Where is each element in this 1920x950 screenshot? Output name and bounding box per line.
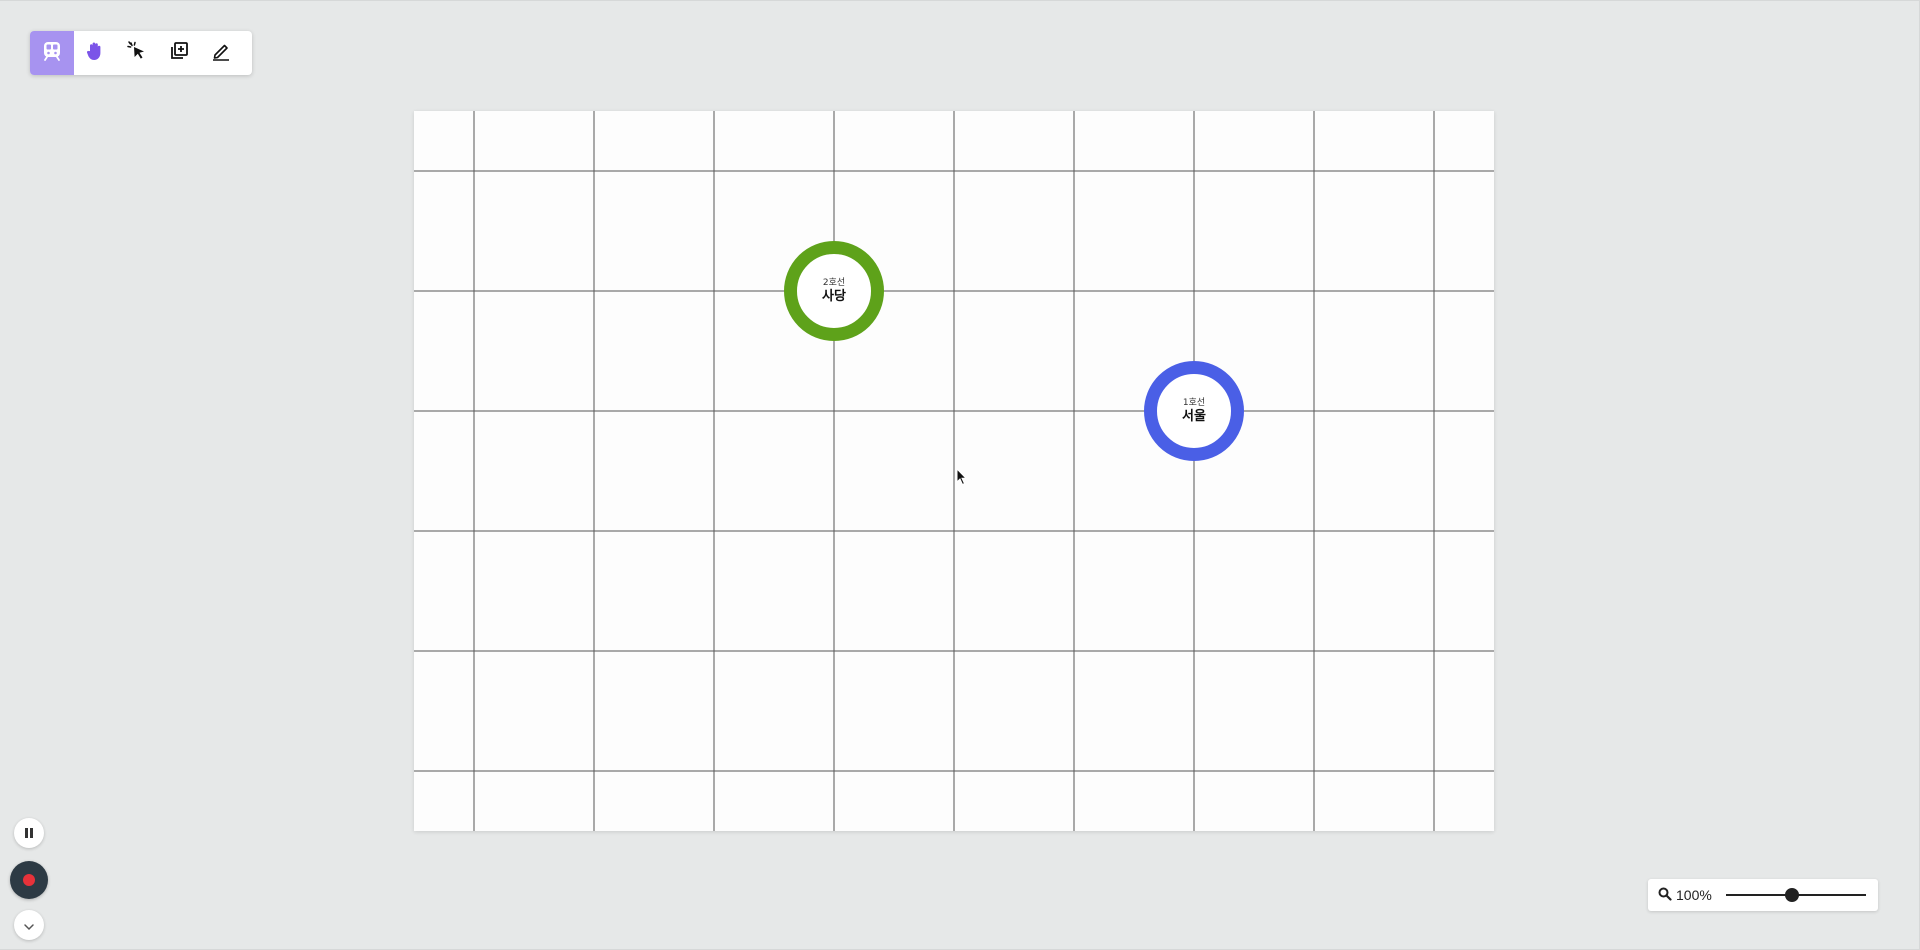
zoom-slider-thumb[interactable] (1784, 888, 1799, 902)
pencil-edit-icon (210, 40, 232, 66)
station-node[interactable]: 2호선 사당 (784, 241, 884, 341)
magnifier-icon (1658, 886, 1672, 905)
station-line-label: 1호선 (1182, 398, 1206, 408)
map-canvas[interactable]: 2호선 사당 1호선 서울 (414, 111, 1494, 831)
mouse-cursor-icon (956, 467, 968, 490)
add-layer-button[interactable] (158, 31, 200, 75)
draw-button[interactable] (200, 31, 242, 75)
subway-train-icon (41, 40, 63, 66)
select-cursor-icon (126, 40, 148, 66)
hand-pan-icon (84, 40, 106, 66)
station-name: 사당 (822, 289, 846, 304)
app-viewport: 2호선 사당 1호선 서울 100% (0, 0, 1920, 950)
grid-lines (414, 111, 1494, 831)
add-layer-icon (168, 40, 190, 66)
chevron-down-icon (23, 916, 35, 935)
pause-button[interactable] (14, 818, 44, 848)
record-icon (23, 874, 35, 886)
station-node[interactable]: 1호선 서울 (1144, 361, 1244, 461)
zoom-slider[interactable] (1725, 888, 1866, 902)
hand-pan-button[interactable] (74, 31, 116, 75)
subway-mode-button[interactable] (30, 31, 74, 75)
station-line-label: 2호선 (822, 278, 846, 288)
select-button[interactable] (116, 31, 158, 75)
tool-palette (30, 31, 252, 75)
station-name: 서울 (1182, 409, 1206, 424)
expand-button[interactable] (14, 910, 44, 940)
zoom-control: 100% (1648, 879, 1878, 911)
record-button[interactable] (10, 861, 48, 899)
zoom-level-label: 100% (1676, 887, 1712, 903)
pause-icon (24, 824, 34, 843)
